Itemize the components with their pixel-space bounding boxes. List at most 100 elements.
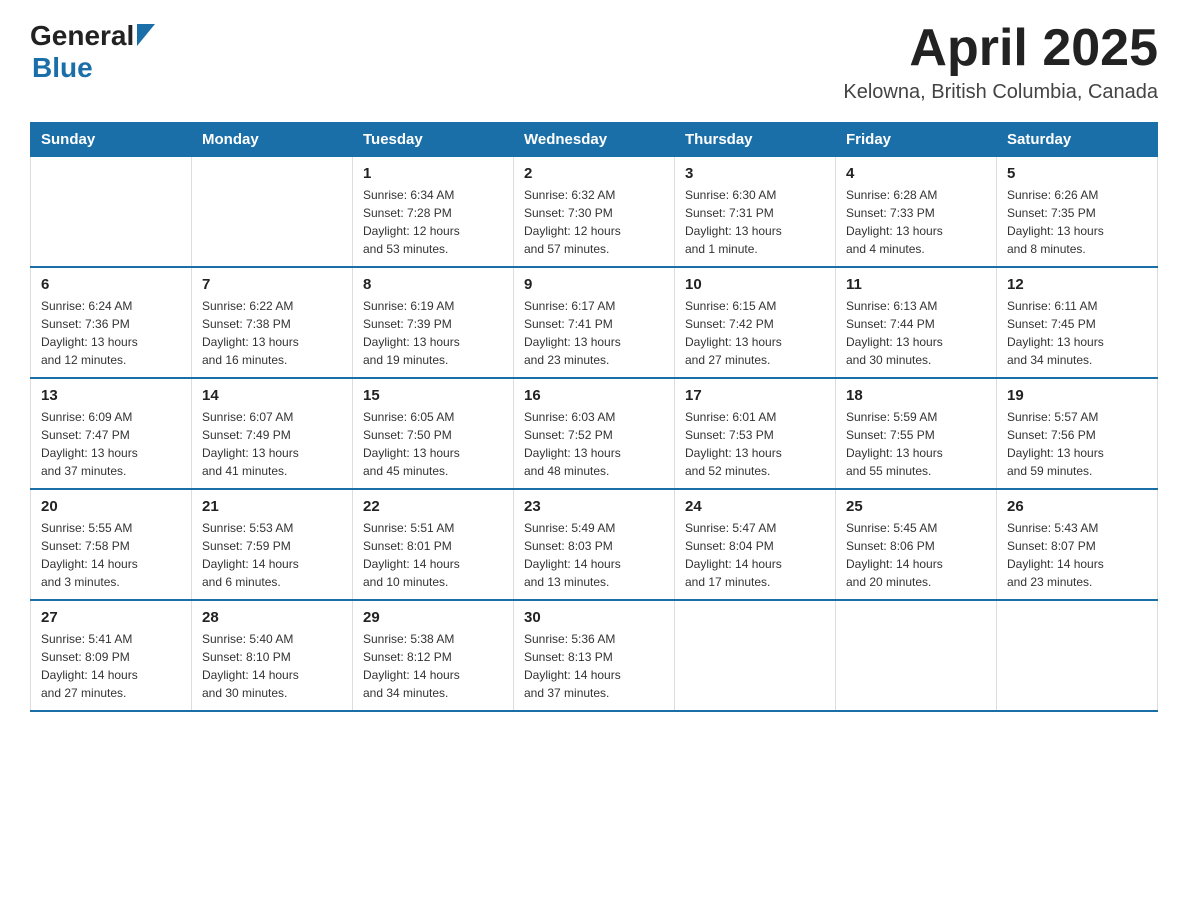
logo-general-text: General <box>30 20 134 52</box>
day-info: Sunrise: 5:40 AM Sunset: 8:10 PM Dayligh… <box>202 630 342 702</box>
logo-blue-text: Blue <box>32 52 93 84</box>
day-info: Sunrise: 5:45 AM Sunset: 8:06 PM Dayligh… <box>846 519 986 591</box>
calendar-cell: 24Sunrise: 5:47 AM Sunset: 8:04 PM Dayli… <box>675 489 836 600</box>
calendar-cell: 19 Sunrise: 5:57 AM Sunset: 7:56 PM Dayli… <box>997 378 1158 489</box>
day-number: 12 <box>1007 276 1147 293</box>
day-info: Sunrise: 6:19 AM Sunset: 7:39 PM Dayligh… <box>363 297 503 369</box>
calendar-cell: 18 Sunrise: 5:59 AM Sunset: 7:55 PM Dayli… <box>836 378 997 489</box>
logo-triangle-icon <box>137 24 155 51</box>
day-info: Sunrise: 5:55 AM Sunset: 7:58 PM Dayligh… <box>41 519 181 591</box>
day-info: Sunrise: 6:24 AM Sunset: 7:36 PM Dayligh… <box>41 297 181 369</box>
calendar-cell: 3 Sunrise: 6:30 AM Sunset: 7:31 PM Daylig… <box>675 157 836 268</box>
day-number: 13 <box>41 387 181 404</box>
weekday-header-saturday: Saturday <box>997 123 1158 157</box>
day-info: Sunrise: 6:22 AM Sunset: 7:38 PM Dayligh… <box>202 297 342 369</box>
day-info: Sunrise: 5:38 AM Sunset: 8:12 PM Dayligh… <box>363 630 503 702</box>
day-number: 28 <box>202 609 342 626</box>
day-number: 26 <box>1007 498 1147 515</box>
calendar-cell: 11 Sunrise: 6:13 AM Sunset: 7:44 PM Dayli… <box>836 267 997 378</box>
calendar-cell: 25 Sunrise: 5:45 AM Sunset: 8:06 PM Dayli… <box>836 489 997 600</box>
calendar-cell: 30 Sunrise: 5:36 AM Sunset: 8:13 PM Dayli… <box>514 600 675 711</box>
calendar-cell: 6 Sunrise: 6:24 AM Sunset: 7:36 PM Daylig… <box>31 267 192 378</box>
calendar-cell: 5 Sunrise: 6:26 AM Sunset: 7:35 PM Daylig… <box>997 157 1158 268</box>
day-info: Sunrise: 6:32 AM Sunset: 7:30 PM Dayligh… <box>524 186 664 258</box>
calendar-cell <box>675 600 836 711</box>
weekday-header-thursday: Thursday <box>675 123 836 157</box>
day-info: Sunrise: 6:01 AM Sunset: 7:53 PM Dayligh… <box>685 408 825 480</box>
day-info: Sunrise: 6:05 AM Sunset: 7:50 PM Dayligh… <box>363 408 503 480</box>
day-info: Sunrise: 5:51 AM Sunset: 8:01 PM Dayligh… <box>363 519 503 591</box>
week-row-5: 27Sunrise: 5:41 AM Sunset: 8:09 PM Dayli… <box>31 600 1158 711</box>
week-row-1: 1Sunrise: 6:34 AM Sunset: 7:28 PM Daylig… <box>31 157 1158 268</box>
calendar-cell: 22 Sunrise: 5:51 AM Sunset: 8:01 PM Dayli… <box>353 489 514 600</box>
day-number: 5 <box>1007 165 1147 182</box>
calendar-cell: 4 Sunrise: 6:28 AM Sunset: 7:33 PM Daylig… <box>836 157 997 268</box>
location-subtitle: Kelowna, British Columbia, Canada <box>843 81 1158 104</box>
day-number: 4 <box>846 165 986 182</box>
day-number: 24 <box>685 498 825 515</box>
day-number: 22 <box>363 498 503 515</box>
calendar-cell: 21 Sunrise: 5:53 AM Sunset: 7:59 PM Dayli… <box>192 489 353 600</box>
day-number: 20 <box>41 498 181 515</box>
day-info: Sunrise: 5:53 AM Sunset: 7:59 PM Dayligh… <box>202 519 342 591</box>
week-row-2: 6 Sunrise: 6:24 AM Sunset: 7:36 PM Daylig… <box>31 267 1158 378</box>
calendar-cell: 23Sunrise: 5:49 AM Sunset: 8:03 PM Dayli… <box>514 489 675 600</box>
day-number: 16 <box>524 387 664 404</box>
day-info: Sunrise: 5:43 AM Sunset: 8:07 PM Dayligh… <box>1007 519 1147 591</box>
calendar-cell <box>31 157 192 268</box>
day-info: Sunrise: 6:07 AM Sunset: 7:49 PM Dayligh… <box>202 408 342 480</box>
day-info: Sunrise: 6:28 AM Sunset: 7:33 PM Dayligh… <box>846 186 986 258</box>
day-number: 30 <box>524 609 664 626</box>
day-number: 6 <box>41 276 181 293</box>
calendar-cell: 15Sunrise: 6:05 AM Sunset: 7:50 PM Dayli… <box>353 378 514 489</box>
calendar-cell: 29 Sunrise: 5:38 AM Sunset: 8:12 PM Dayli… <box>353 600 514 711</box>
day-number: 8 <box>363 276 503 293</box>
week-row-3: 13Sunrise: 6:09 AM Sunset: 7:47 PM Dayli… <box>31 378 1158 489</box>
day-number: 23 <box>524 498 664 515</box>
calendar-header: SundayMondayTuesdayWednesdayThursdayFrid… <box>31 123 1158 157</box>
title-block: April 2025 Kelowna, British Columbia, Ca… <box>843 20 1158 104</box>
day-info: Sunrise: 6:15 AM Sunset: 7:42 PM Dayligh… <box>685 297 825 369</box>
calendar-cell: 20 Sunrise: 5:55 AM Sunset: 7:58 PM Dayli… <box>31 489 192 600</box>
calendar-cell: 27Sunrise: 5:41 AM Sunset: 8:09 PM Dayli… <box>31 600 192 711</box>
day-number: 2 <box>524 165 664 182</box>
day-number: 18 <box>846 387 986 404</box>
day-number: 11 <box>846 276 986 293</box>
day-info: Sunrise: 6:30 AM Sunset: 7:31 PM Dayligh… <box>685 186 825 258</box>
day-info: Sunrise: 6:17 AM Sunset: 7:41 PM Dayligh… <box>524 297 664 369</box>
day-info: Sunrise: 5:36 AM Sunset: 8:13 PM Dayligh… <box>524 630 664 702</box>
day-number: 19 <box>1007 387 1147 404</box>
day-number: 3 <box>685 165 825 182</box>
logo: General Blue <box>30 20 155 84</box>
weekday-header-tuesday: Tuesday <box>353 123 514 157</box>
day-number: 7 <box>202 276 342 293</box>
calendar-body: 1Sunrise: 6:34 AM Sunset: 7:28 PM Daylig… <box>31 157 1158 712</box>
day-number: 29 <box>363 609 503 626</box>
calendar-cell: 14Sunrise: 6:07 AM Sunset: 7:49 PM Dayli… <box>192 378 353 489</box>
calendar-cell <box>192 157 353 268</box>
calendar-cell: 17 Sunrise: 6:01 AM Sunset: 7:53 PM Dayli… <box>675 378 836 489</box>
calendar-table: SundayMondayTuesdayWednesdayThursdayFrid… <box>30 122 1158 712</box>
weekday-header-friday: Friday <box>836 123 997 157</box>
day-number: 25 <box>846 498 986 515</box>
day-info: Sunrise: 6:26 AM Sunset: 7:35 PM Dayligh… <box>1007 186 1147 258</box>
day-info: Sunrise: 5:57 AM Sunset: 7:56 PM Dayligh… <box>1007 408 1147 480</box>
calendar-cell: 28 Sunrise: 5:40 AM Sunset: 8:10 PM Dayli… <box>192 600 353 711</box>
calendar-cell: 8 Sunrise: 6:19 AM Sunset: 7:39 PM Daylig… <box>353 267 514 378</box>
weekday-header-monday: Monday <box>192 123 353 157</box>
day-number: 27 <box>41 609 181 626</box>
day-info: Sunrise: 5:59 AM Sunset: 7:55 PM Dayligh… <box>846 408 986 480</box>
calendar-cell: 13Sunrise: 6:09 AM Sunset: 7:47 PM Dayli… <box>31 378 192 489</box>
calendar-cell: 10Sunrise: 6:15 AM Sunset: 7:42 PM Dayli… <box>675 267 836 378</box>
day-number: 17 <box>685 387 825 404</box>
day-number: 1 <box>363 165 503 182</box>
calendar-cell: 1Sunrise: 6:34 AM Sunset: 7:28 PM Daylig… <box>353 157 514 268</box>
week-row-4: 20 Sunrise: 5:55 AM Sunset: 7:58 PM Dayli… <box>31 489 1158 600</box>
day-info: Sunrise: 6:03 AM Sunset: 7:52 PM Dayligh… <box>524 408 664 480</box>
calendar-cell: 16 Sunrise: 6:03 AM Sunset: 7:52 PM Dayli… <box>514 378 675 489</box>
day-info: Sunrise: 6:13 AM Sunset: 7:44 PM Dayligh… <box>846 297 986 369</box>
page-header: General Blue April 2025 Kelowna, British… <box>30 20 1158 104</box>
day-number: 21 <box>202 498 342 515</box>
day-info: Sunrise: 6:11 AM Sunset: 7:45 PM Dayligh… <box>1007 297 1147 369</box>
calendar-cell: 12 Sunrise: 6:11 AM Sunset: 7:45 PM Dayli… <box>997 267 1158 378</box>
